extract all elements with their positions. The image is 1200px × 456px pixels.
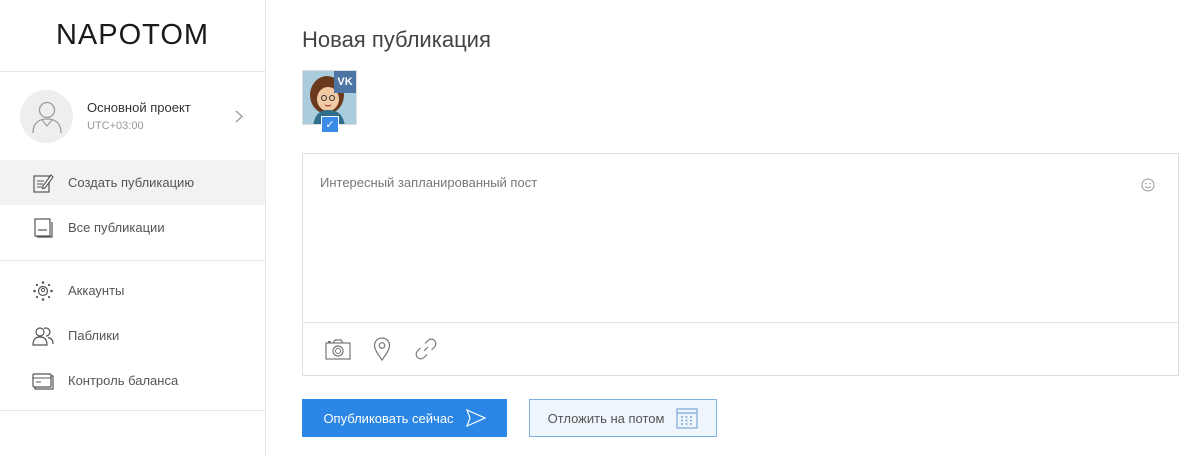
editor-toolbar (303, 322, 1178, 375)
nav-publics[interactable]: Паблики (0, 313, 265, 358)
emoji-icon[interactable] (1141, 178, 1155, 197)
camera-icon[interactable] (324, 335, 352, 363)
sidebar: NAPOTOM Основной проект UTC+03:00 Создат… (0, 0, 266, 456)
nav-label: Создать публикацию (68, 175, 195, 190)
send-icon (465, 409, 486, 427)
divider (0, 260, 265, 261)
project-timezone: UTC+03:00 (87, 120, 144, 132)
avatar (20, 89, 73, 143)
location-pin-icon[interactable] (368, 335, 396, 363)
accounts-icon (32, 280, 54, 302)
users-icon (32, 325, 54, 347)
documents-icon (32, 217, 54, 239)
nav-label: Все публикации (68, 220, 165, 235)
wallet-icon (32, 370, 54, 392)
schedule-later-label: Отложить на потом (547, 410, 665, 426)
logo[interactable]: NAPOTOM (0, 0, 265, 72)
post-editor[interactable]: Интересный запланированный пост (302, 153, 1179, 376)
calendar-icon (676, 407, 699, 429)
schedule-later-button[interactable]: Отложить на потом (529, 399, 717, 437)
nav-balance-control[interactable]: Контроль баланса (0, 358, 265, 403)
project-selector[interactable]: Основной проект UTC+03:00 (0, 72, 265, 160)
nav-label: Паблики (68, 328, 120, 343)
post-text-input[interactable]: Интересный запланированный пост (320, 175, 537, 190)
nav-all-publications[interactable]: Все публикации (0, 205, 265, 250)
account-selector[interactable]: VK ✓ (302, 70, 359, 133)
publish-now-label: Опубликовать сейчас (323, 410, 454, 426)
nav-label: Контроль баланса (68, 373, 179, 388)
publish-now-button[interactable]: Опубликовать сейчас (302, 399, 507, 437)
edit-document-icon (32, 172, 54, 194)
logo-text: NAPOTOM (55, 19, 210, 51)
check-icon: ✓ (321, 116, 339, 133)
nav-label: Аккаунты (68, 283, 125, 298)
nav-accounts[interactable]: Аккаунты (0, 268, 265, 313)
nav-create-publication[interactable]: Создать публикацию (0, 160, 265, 205)
user-avatar-icon (31, 101, 62, 134)
project-name: Основной проект (87, 100, 191, 115)
chevron-right-icon[interactable] (235, 110, 243, 128)
divider (0, 410, 265, 411)
link-icon[interactable] (412, 335, 440, 363)
page-title: Новая публикация (302, 27, 491, 52)
vk-icon: VK (334, 71, 356, 93)
